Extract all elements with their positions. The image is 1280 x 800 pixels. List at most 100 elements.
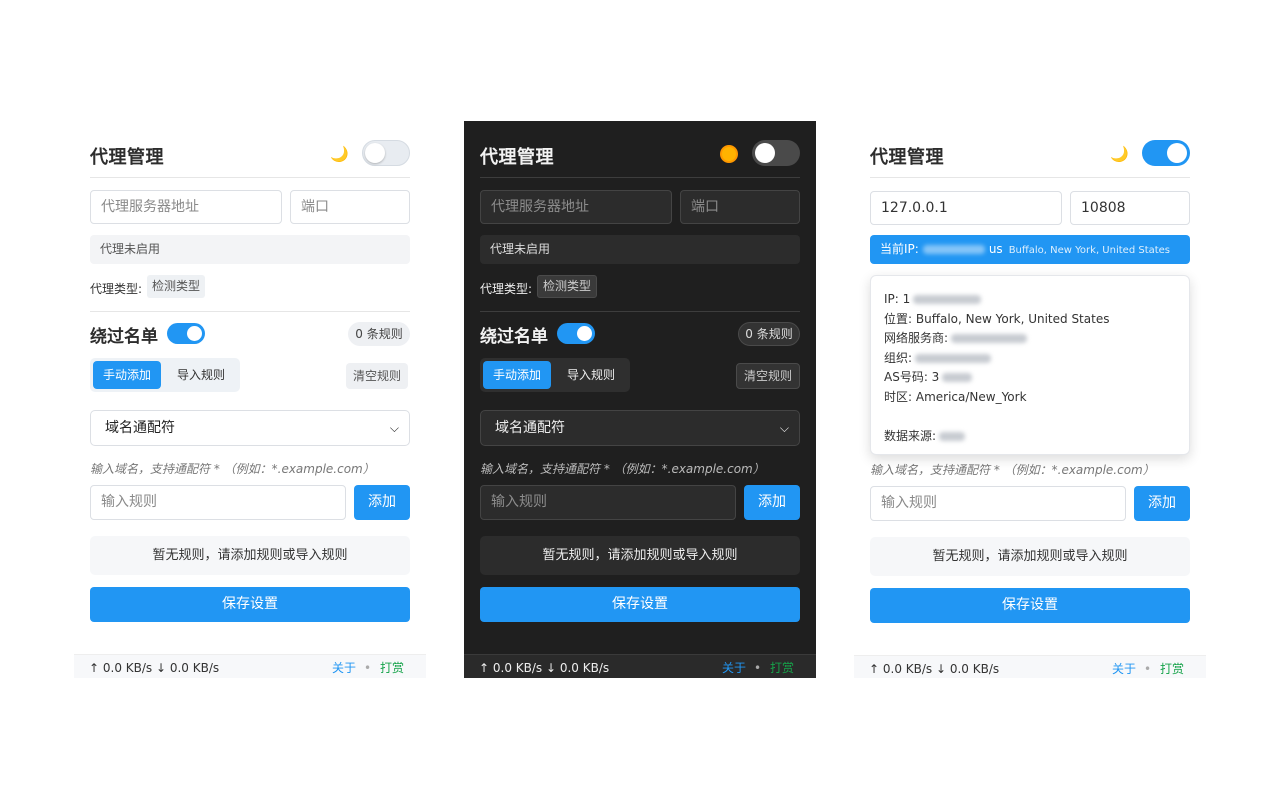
tab-manual-add[interactable]: 手动添加 [93,361,161,389]
toggle-knob [1167,143,1187,163]
add-rule-button[interactable]: 添加 [1134,486,1190,521]
rule-tabs: 手动添加 导入规则 [480,358,630,392]
save-settings-button[interactable]: 保存设置 [870,588,1190,623]
proxy-port-input[interactable]: 10808 [1070,191,1190,225]
toggle-knob [365,143,385,163]
redacted-value [913,295,982,304]
toggle-knob [577,326,592,341]
proxy-port-input[interactable]: 端口 [680,190,800,224]
redacted-value [951,334,1028,343]
proxy-port-input[interactable]: 端口 [290,190,410,224]
popup-ip-row: IP: 1 [884,290,1176,310]
clear-rules-button[interactable]: 清空规则 [346,363,409,389]
rule-type-value: 域名通配符 [105,420,175,436]
rule-hint: 输入域名，支持通配符 * （例如：*.example.com） [90,462,375,476]
donate-link[interactable]: 打赏 [380,655,404,678]
proxy-enable-toggle[interactable] [1142,140,1190,166]
rule-type-value: 域名通配符 [495,420,565,436]
redacted-value [939,431,966,441]
proxy-host-input[interactable]: 127.0.0.1 [870,191,1062,225]
empty-rules-message: 暂无规则，请添加规则或导入规则 [480,536,800,575]
popup-source-row: 数据来源: [884,427,1176,447]
divider [480,311,800,312]
rule-count-badge: 0 条规则 [738,322,800,346]
ip-label: IP: 1 [884,292,911,306]
footer-separator: • [754,661,762,675]
donate-link[interactable]: 打赏 [770,655,794,678]
rule-input[interactable]: 输入规则 [90,485,346,520]
proxy-enable-toggle[interactable] [752,140,800,166]
page-title: 代理管理 [90,147,164,168]
proxy-host-input[interactable]: 代理服务器地址 [480,190,672,224]
isp-label: 网络服务商: [884,331,949,345]
page-title: 代理管理 [480,147,554,168]
sun-icon [722,147,736,161]
popup-isp-row: 网络服务商: [884,329,1176,349]
source-label: 数据来源: [884,428,937,443]
redacted-value [915,353,992,363]
empty-rules-message: 暂无规则，请添加规则或导入规则 [870,537,1190,576]
proxy-enable-toggle[interactable] [362,140,410,166]
chevron-down-icon: ⌵ [779,421,789,435]
about-link[interactable]: 关于 [332,655,356,678]
rule-input[interactable]: 输入规则 [870,486,1126,521]
about-link[interactable]: 关于 [722,655,746,678]
org-label: 组织: [884,350,913,365]
proxy-status: 代理未启用 [480,235,800,264]
current-ip-status[interactable]: 当前IP: us Buffalo, New York, United States [870,235,1190,264]
ip-country: us [988,242,1003,256]
bypass-list-title: 绕过名单 [90,327,158,347]
bypass-toggle[interactable] [557,323,595,344]
divider [870,177,1190,178]
detect-type-button[interactable]: 检测类型 [537,275,598,298]
divider [90,177,410,178]
rule-tabs: 手动添加 导入规则 [90,358,240,392]
chevron-down-icon: ⌵ [389,421,399,435]
proxy-type-label: 代理类型: [480,282,533,296]
empty-rules-message: 暂无规则，请添加规则或导入规则 [90,536,410,575]
as-label: AS号码: 3 [884,370,940,384]
rule-type-select[interactable]: 域名通配符 ⌵ [480,410,800,446]
redacted-ip [922,245,985,254]
proxy-panel-dark: 代理管理 代理服务器地址 端口 代理未启用 代理类型: 检测类型 绕过名单 0 … [464,121,816,678]
proxy-status: 代理未启用 [90,235,410,264]
divider [480,177,800,178]
toggle-knob [755,143,775,163]
rule-hint: 输入域名，支持通配符 * （例如：*.example.com） [480,462,765,476]
about-link[interactable]: 关于 [1112,656,1136,678]
detect-type-button[interactable]: 检测类型 [147,275,206,298]
rule-input[interactable]: 输入规则 [480,485,736,520]
clear-rules-button[interactable]: 清空规则 [736,363,801,389]
tab-import-rules[interactable]: 导入规则 [555,361,627,389]
page-title: 代理管理 [870,147,944,168]
divider [90,311,410,312]
rule-type-select[interactable]: 域名通配符 ⌵ [90,410,410,446]
footer-separator: • [364,661,372,675]
popup-org-row: 组织: [884,349,1176,369]
add-rule-button[interactable]: 添加 [744,485,800,520]
redacted-value [942,373,973,382]
popup-timezone: 时区: America/New_York [884,389,1027,404]
footer: ↑ 0.0 KB/s ↓ 0.0 KB/s 关于 • 打赏 [854,655,1206,678]
speed-indicator: ↑ 0.0 KB/s ↓ 0.0 KB/s [869,662,1000,676]
bypass-list-title: 绕过名单 [480,327,548,347]
speed-indicator: ↑ 0.0 KB/s ↓ 0.0 KB/s [89,661,220,675]
save-settings-button[interactable]: 保存设置 [480,587,800,622]
footer: ↑ 0.0 KB/s ↓ 0.0 KB/s 关于 • 打赏 [74,654,426,678]
moon-icon: 🌙 [1110,145,1129,163]
moon-icon: 🌙 [330,145,349,163]
save-settings-button[interactable]: 保存设置 [90,587,410,622]
current-ip-label: 当前IP: [880,242,919,256]
add-rule-button[interactable]: 添加 [354,485,410,520]
footer: ↑ 0.0 KB/s ↓ 0.0 KB/s 关于 • 打赏 [464,654,816,678]
proxy-host-input[interactable]: 代理服务器地址 [90,190,282,224]
popup-location: 位置: Buffalo, New York, United States [884,311,1110,326]
proxy-panel-light: 代理管理 🌙 代理服务器地址 端口 代理未启用 代理类型: 检测类型 绕过名单 … [74,121,426,678]
ip-info-popup: IP: 1 位置: Buffalo, New York, United Stat… [870,275,1190,455]
bypass-toggle[interactable] [167,323,205,344]
rule-hint: 输入域名，支持通配符 * （例如：*.example.com） [870,463,1155,477]
donate-link[interactable]: 打赏 [1160,656,1184,678]
toggle-knob [187,326,202,341]
tab-manual-add[interactable]: 手动添加 [483,361,551,389]
tab-import-rules[interactable]: 导入规则 [165,361,237,389]
